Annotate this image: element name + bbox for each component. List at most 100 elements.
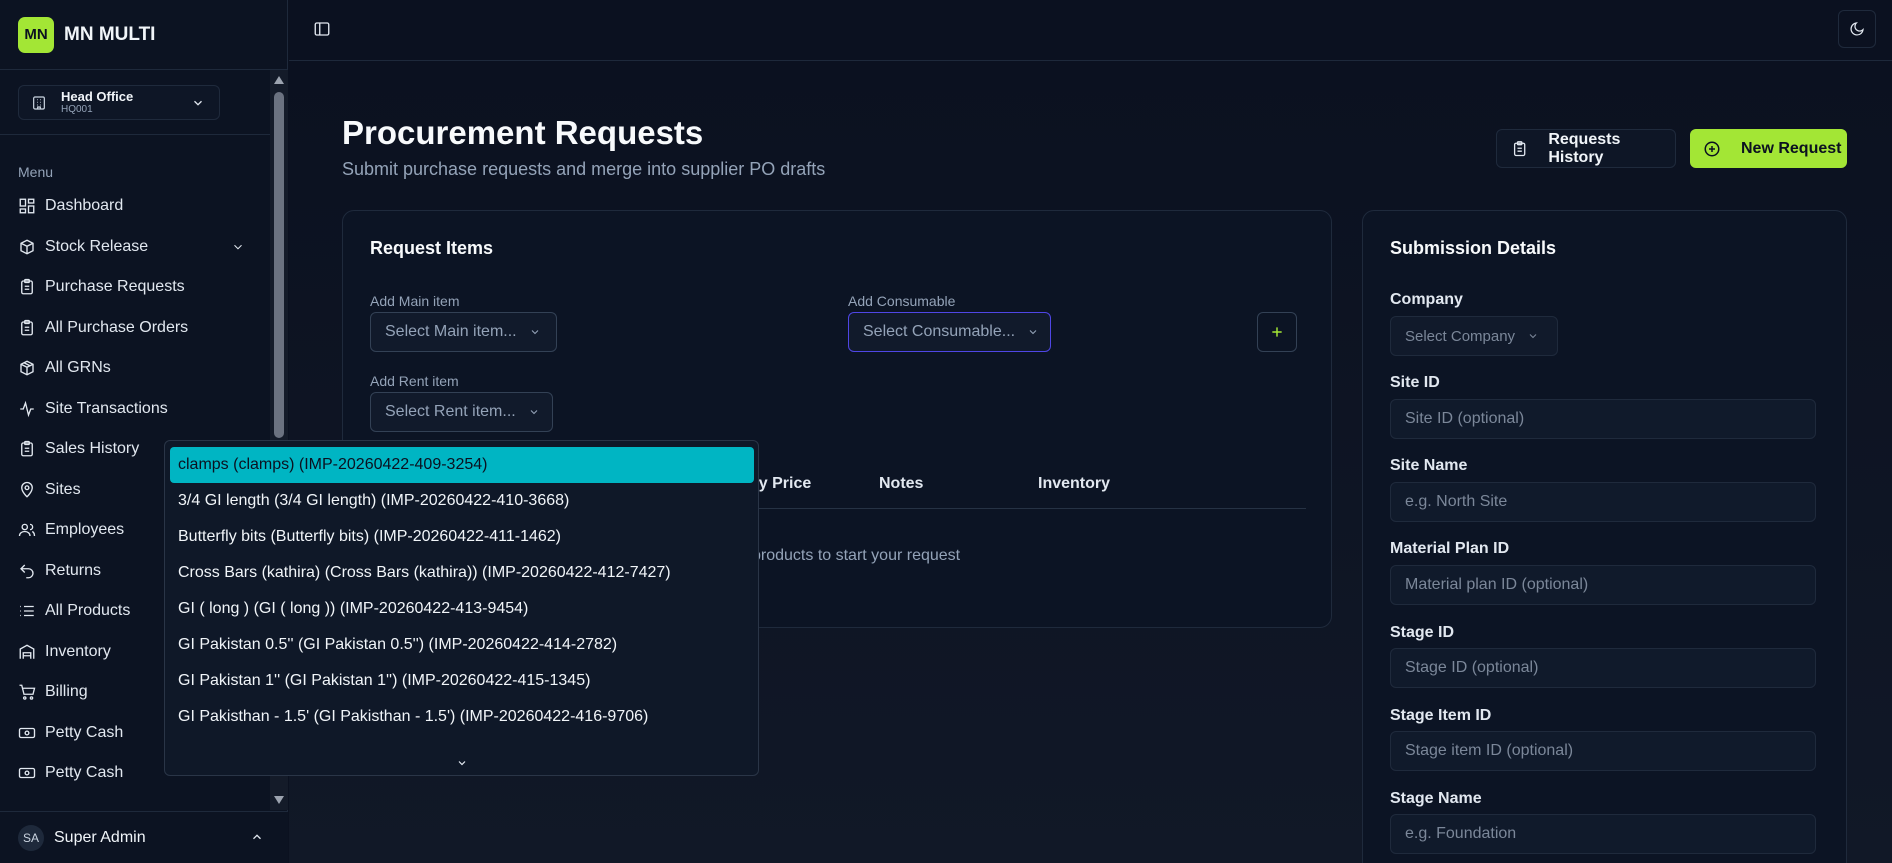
chevron-down-icon [234,244,242,250]
nav-item-purchase-requests[interactable]: Purchase Requests [18,267,254,308]
nav-item-all-purchase-orders[interactable]: All Purchase Orders [18,308,254,349]
main-item-label: Add Main item [370,293,460,309]
avatar: SA [18,824,44,851]
nav-item-dashboard[interactable]: Dashboard [18,186,254,227]
plus-icon [1272,327,1282,337]
dropdown-option[interactable]: GI Pakistan 1'' (GI Pakistan 1'') (IMP-2… [170,663,754,699]
rent-item-placeholder: Select Rent item... [385,403,516,420]
nav-label: Billing [45,683,88,701]
company-select[interactable]: Select Company [1390,316,1558,356]
consumable-label: Add Consumable [848,293,956,309]
main-item-select[interactable]: Select Main item... [370,312,557,352]
warehouse-icon [19,644,35,659]
list-icon [20,606,34,617]
package-icon [20,360,34,376]
main-item-placeholder: Select Main item... [385,323,517,340]
clipboard-icon [21,441,33,457]
material-plan-id-label: Material Plan ID [1390,540,1510,557]
new-request-label: New Request [1741,139,1842,157]
nav-label: Returns [45,561,102,579]
dropdown-option[interactable]: GI Pakistan 0.5'' (GI Pakistan 0.5'') (I… [170,627,754,663]
page-title: Procurement Requests [342,114,704,151]
org-selector[interactable]: Head Office HQ001 [18,85,220,120]
banknote-icon [18,768,36,779]
user-name: Super Admin [54,828,146,846]
rent-item-label: Add Rent item [370,373,459,389]
submission-title: Submission Details [1390,238,1557,258]
dropdown-option[interactable]: GI ( long ) (GI ( long )) (IMP-20260422-… [170,591,754,627]
column-header-inventory: Inventory [1038,475,1111,492]
consumable-select[interactable]: Select Consumable... [848,312,1051,352]
clipboard-icon [21,319,33,336]
dropdown-option[interactable]: Butterfly bits (Butterfly bits) (IMP-202… [170,519,754,555]
dashboard-icon [19,198,35,214]
stage-name-input[interactable]: e.g. Foundation [1390,814,1816,854]
material-plan-id-input[interactable]: Material plan ID (optional) [1390,565,1816,605]
dropdown-option[interactable]: clamps (clamps) (IMP-20260422-409-3254) [170,447,754,483]
rent-item-select[interactable]: Select Rent item... [370,392,553,432]
undo-icon [20,564,34,579]
chevron-down-icon [194,100,202,106]
site-id-input[interactable]: Site ID (optional) [1390,399,1816,439]
nav-label: Petty Cash [45,764,124,782]
site-id-placeholder: Site ID (optional) [1405,410,1525,427]
add-item-button[interactable] [1257,312,1297,352]
sidebar-toggle-icon[interactable] [313,20,331,38]
moon-icon [1850,22,1864,36]
site-name-input[interactable]: e.g. North Site [1390,482,1816,522]
stage-item-id-placeholder: Stage item ID (optional) [1405,742,1574,759]
scroll-up-arrow[interactable] [274,76,284,84]
nav-label: All GRNs [45,359,111,377]
stage-id-input[interactable]: Stage ID (optional) [1390,648,1816,688]
nav-item-all-grns[interactable]: All GRNs [18,348,254,389]
stage-name-placeholder: e.g. Foundation [1405,825,1517,842]
requests-history-label: Requests History [1548,130,1621,166]
nav-label: Site Transactions [45,399,168,417]
dropdown-option[interactable]: GI Pakisthan - 1.5' (GI Pakisthan - 1.5'… [170,699,754,735]
divider [0,134,270,135]
nav-label: Employees [45,521,125,539]
plus-circle-icon [1704,141,1720,156]
nav-label: Stock Release [45,237,149,255]
brand-logo: MN [18,16,54,53]
company-label: Company [1390,291,1463,308]
nav-label: Sites [45,480,81,498]
stage-id-placeholder: Stage ID (optional) [1405,659,1539,676]
nav-label: Sales History [45,440,140,458]
page-subtitle: Submit purchase requests and merge into … [342,159,826,179]
stage-item-id-input[interactable]: Stage item ID (optional) [1390,731,1816,771]
users-icon [18,523,36,537]
submission-details-card: Submission Details Company Select Compan… [1362,210,1847,863]
chevron-down-icon [531,330,538,335]
scroll-down-chevron-icon[interactable] [456,757,468,769]
nav-item-site-transactions[interactable]: Site Transactions [18,389,254,430]
stage-item-id-label: Stage Item ID [1390,707,1492,724]
dropdown-option[interactable]: Cross Bars (kathira) (Cross Bars (kathir… [170,555,754,591]
menu-label: Menu [18,164,54,180]
org-code: HQ001 [61,104,93,116]
nav-label: All Purchase Orders [45,318,189,336]
requests-history-button[interactable]: Requests History [1496,129,1676,168]
request-items-title: Request Items [370,238,494,258]
main-item-dropdown[interactable]: clamps (clamps) (IMP-20260422-409-3254) … [164,440,759,776]
clipboard-icon [21,279,33,295]
user-menu[interactable]: SA Super Admin [0,811,288,863]
theme-toggle-button[interactable] [1838,10,1876,48]
site-name-label: Site Name [1390,457,1468,474]
chevron-down-icon [1529,334,1537,339]
chevron-up-icon [253,834,261,840]
brand[interactable]: MN MN MULTI [0,0,287,70]
banknote-icon [18,727,36,738]
scroll-down-arrow[interactable] [274,796,284,804]
nav-label: All Products [45,602,131,620]
material-plan-id-placeholder: Material plan ID (optional) [1405,576,1589,593]
site-id-label: Site ID [1390,374,1440,391]
nav-label: Purchase Requests [45,278,185,296]
dropdown-option[interactable]: 3/4 GI length (3/4 GI length) (IMP-20260… [170,483,754,519]
scroll-thumb[interactable] [274,92,284,438]
org-name: Head Office [61,88,134,104]
new-request-button[interactable]: New Request [1690,129,1847,168]
site-name-placeholder: e.g. North Site [1405,493,1508,510]
nav-item-stock-release[interactable]: Stock Release [18,227,254,268]
nav-label: Inventory [45,642,111,660]
